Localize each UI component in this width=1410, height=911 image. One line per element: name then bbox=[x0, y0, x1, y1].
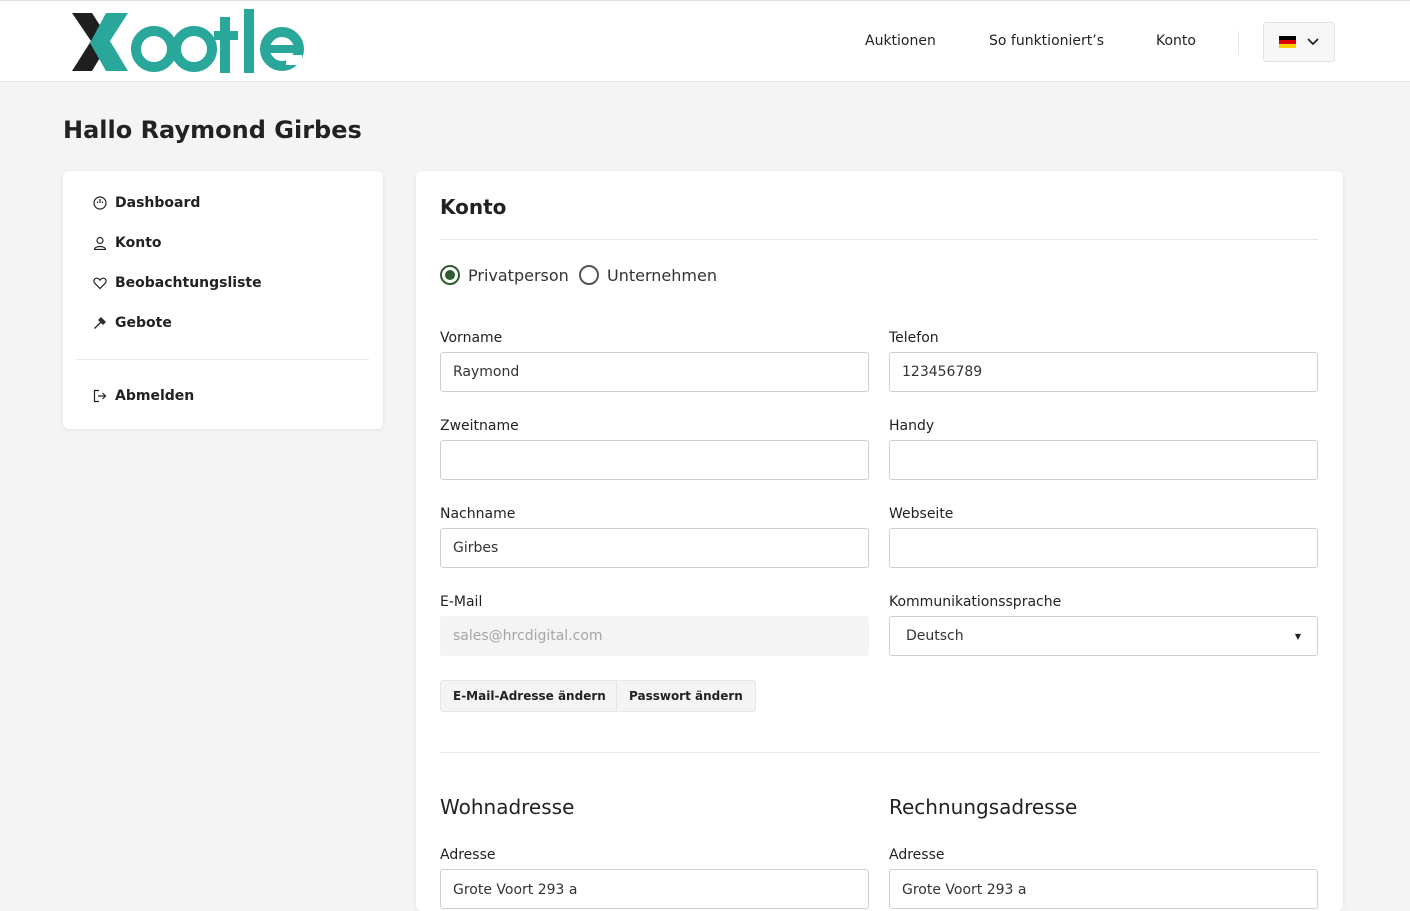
sidebar-item-beobachtungsliste[interactable]: Beobachtungsliste bbox=[93, 275, 262, 291]
vorname-field[interactable]: Raymond bbox=[440, 352, 869, 392]
sidebar-item-label: Abmelden bbox=[115, 388, 195, 404]
nav-auktionen[interactable]: Auktionen bbox=[865, 33, 936, 49]
sprache-select[interactable]: Deutsch ▼ bbox=[889, 616, 1318, 656]
sidebar-item-label: Dashboard bbox=[115, 195, 201, 211]
nav-so-funktionierts[interactable]: So funktioniert’s bbox=[989, 33, 1104, 49]
radio-privatperson[interactable]: Privatperson bbox=[440, 265, 569, 285]
sprache-selected-value: Deutsch bbox=[906, 628, 964, 644]
dropdown-caret-icon: ▼ bbox=[1294, 631, 1301, 641]
wohnadresse-title: Wohnadresse bbox=[440, 795, 575, 819]
radio-indicator[interactable] bbox=[579, 265, 599, 285]
section-divider bbox=[440, 752, 1320, 753]
sidebar-item-label: Gebote bbox=[115, 315, 172, 331]
chevron-down-icon bbox=[1306, 38, 1319, 46]
telefon-field[interactable]: 123456789 bbox=[889, 352, 1318, 392]
gavel-icon bbox=[94, 317, 106, 329]
rechnungsadresse-title: Rechnungsadresse bbox=[889, 795, 1078, 819]
sidebar-item-dashboard[interactable]: Dashboard bbox=[93, 195, 200, 211]
dashboard-icon bbox=[93, 196, 107, 210]
handy-label: Handy bbox=[889, 418, 935, 434]
home-address-field[interactable]: Grote Voort 293 a bbox=[440, 869, 869, 909]
account-sidebar: Dashboard Konto Beobachtungsliste Gebote… bbox=[63, 171, 383, 429]
xootle-logo[interactable] bbox=[70, 7, 310, 77]
page-greeting: Hallo Raymond Girbes bbox=[63, 116, 362, 144]
radio-unternehmen[interactable]: Unternehmen bbox=[579, 265, 717, 285]
user-icon bbox=[93, 236, 107, 250]
zweitname-field[interactable] bbox=[440, 440, 869, 480]
account-card: Konto Privatperson Unternehmen Vorname R… bbox=[416, 171, 1343, 911]
logout-icon bbox=[93, 389, 107, 403]
card-title: Konto bbox=[440, 195, 507, 219]
language-selector[interactable] bbox=[1263, 22, 1335, 62]
webseite-label: Webseite bbox=[889, 506, 954, 522]
vorname-label: Vorname bbox=[440, 330, 503, 346]
billing-address-label: Adresse bbox=[889, 847, 945, 863]
radio-label: Unternehmen bbox=[607, 265, 717, 285]
card-divider bbox=[440, 239, 1318, 240]
billing-address-field[interactable]: Grote Voort 293 a bbox=[889, 869, 1318, 909]
heart-icon bbox=[93, 277, 107, 290]
sidebar-item-abmelden[interactable]: Abmelden bbox=[93, 388, 194, 404]
email-label: E-Mail bbox=[440, 594, 483, 610]
handy-field[interactable] bbox=[889, 440, 1318, 480]
email-field: sales@hrcdigital.com bbox=[440, 616, 869, 656]
zweitname-label: Zweitname bbox=[440, 418, 519, 434]
home-address-label: Adresse bbox=[440, 847, 496, 863]
top-navigation-bar: Auktionen So funktioniert’s Konto bbox=[0, 0, 1410, 82]
nachname-field[interactable]: Girbes bbox=[440, 528, 869, 568]
sidebar-item-gebote[interactable]: Gebote bbox=[93, 315, 172, 331]
radio-indicator-checked[interactable] bbox=[440, 265, 460, 285]
radio-label: Privatperson bbox=[468, 265, 569, 285]
sidebar-item-label: Konto bbox=[115, 235, 162, 251]
change-password-button[interactable]: Passwort ändern bbox=[616, 680, 756, 712]
sidebar-divider bbox=[76, 359, 369, 360]
nav-konto[interactable]: Konto bbox=[1156, 33, 1196, 49]
sidebar-item-label: Beobachtungsliste bbox=[115, 275, 262, 291]
webseite-field[interactable] bbox=[889, 528, 1318, 568]
telefon-label: Telefon bbox=[889, 330, 939, 346]
german-flag-icon bbox=[1278, 36, 1296, 48]
sidebar-item-konto[interactable]: Konto bbox=[93, 235, 162, 251]
nachname-label: Nachname bbox=[440, 506, 516, 522]
nav-divider bbox=[1238, 31, 1239, 55]
sprache-label: Kommunikationssprache bbox=[889, 594, 1062, 610]
change-email-button[interactable]: E-Mail-Adresse ändern bbox=[440, 680, 619, 712]
